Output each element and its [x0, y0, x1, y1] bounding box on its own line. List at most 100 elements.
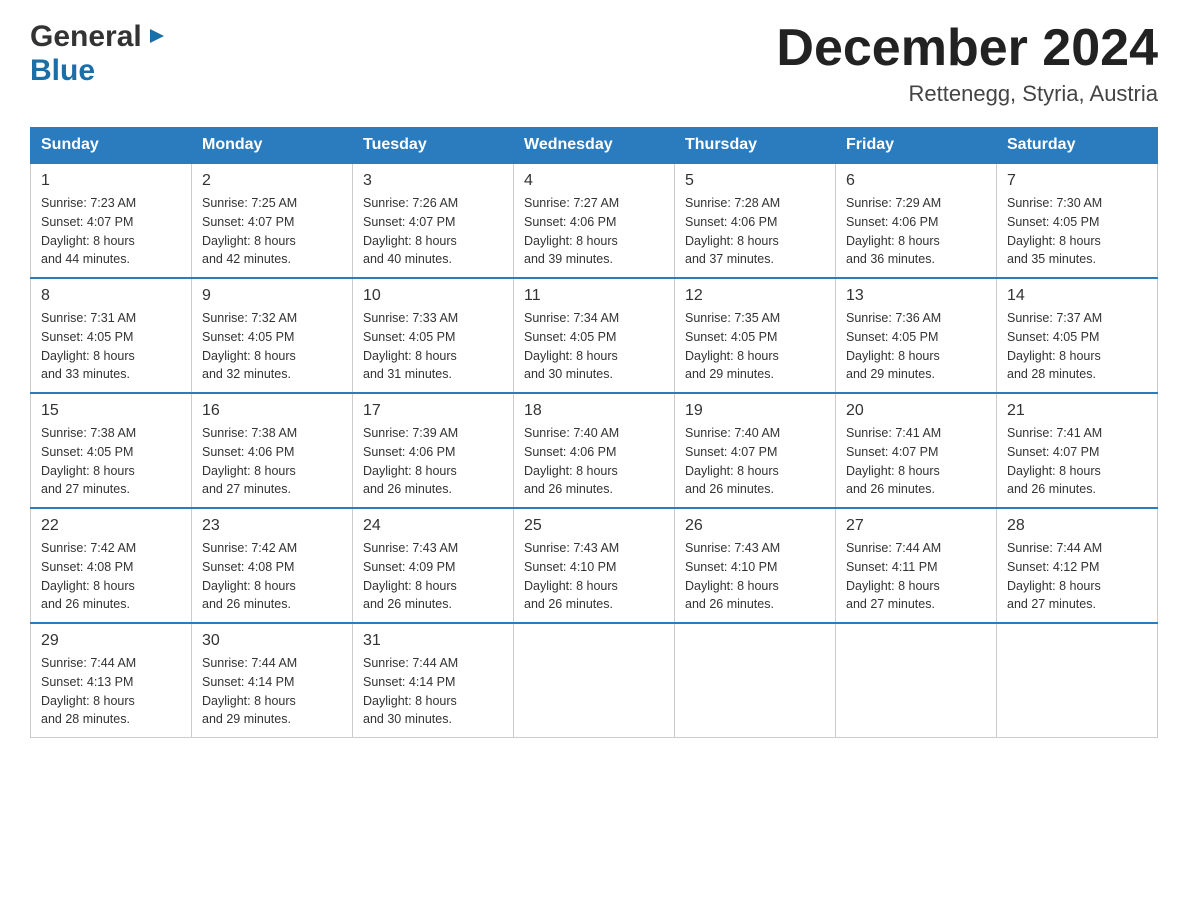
day-info: Sunrise: 7:40 AM Sunset: 4:06 PM Dayligh… — [524, 424, 664, 499]
col-saturday: Saturday — [997, 128, 1158, 164]
day-number: 26 — [685, 517, 825, 535]
day-number: 11 — [524, 287, 664, 305]
table-row: 3 Sunrise: 7:26 AM Sunset: 4:07 PM Dayli… — [353, 163, 514, 278]
day-number: 17 — [363, 402, 503, 420]
day-number: 29 — [41, 632, 181, 650]
day-info: Sunrise: 7:32 AM Sunset: 4:05 PM Dayligh… — [202, 309, 342, 384]
day-info: Sunrise: 7:41 AM Sunset: 4:07 PM Dayligh… — [846, 424, 986, 499]
day-info: Sunrise: 7:41 AM Sunset: 4:07 PM Dayligh… — [1007, 424, 1147, 499]
day-number: 27 — [846, 517, 986, 535]
table-row: 20 Sunrise: 7:41 AM Sunset: 4:07 PM Dayl… — [836, 393, 997, 508]
logo-arrow-icon — [146, 25, 168, 52]
day-number: 22 — [41, 517, 181, 535]
day-info: Sunrise: 7:33 AM Sunset: 4:05 PM Dayligh… — [363, 309, 503, 384]
calendar-table: Sunday Monday Tuesday Wednesday Thursday… — [30, 127, 1158, 738]
table-row: 1 Sunrise: 7:23 AM Sunset: 4:07 PM Dayli… — [31, 163, 192, 278]
calendar-header-row: Sunday Monday Tuesday Wednesday Thursday… — [31, 128, 1158, 164]
table-row — [514, 623, 675, 738]
day-info: Sunrise: 7:30 AM Sunset: 4:05 PM Dayligh… — [1007, 194, 1147, 269]
day-number: 19 — [685, 402, 825, 420]
table-row: 9 Sunrise: 7:32 AM Sunset: 4:05 PM Dayli… — [192, 278, 353, 393]
day-info: Sunrise: 7:36 AM Sunset: 4:05 PM Dayligh… — [846, 309, 986, 384]
day-info: Sunrise: 7:25 AM Sunset: 4:07 PM Dayligh… — [202, 194, 342, 269]
day-info: Sunrise: 7:44 AM Sunset: 4:13 PM Dayligh… — [41, 654, 181, 729]
day-number: 30 — [202, 632, 342, 650]
day-info: Sunrise: 7:38 AM Sunset: 4:05 PM Dayligh… — [41, 424, 181, 499]
logo-general-text: General — [30, 20, 142, 54]
day-number: 1 — [41, 172, 181, 190]
day-info: Sunrise: 7:44 AM Sunset: 4:12 PM Dayligh… — [1007, 539, 1147, 614]
table-row: 21 Sunrise: 7:41 AM Sunset: 4:07 PM Dayl… — [997, 393, 1158, 508]
day-number: 5 — [685, 172, 825, 190]
day-number: 8 — [41, 287, 181, 305]
day-info: Sunrise: 7:44 AM Sunset: 4:14 PM Dayligh… — [363, 654, 503, 729]
day-info: Sunrise: 7:39 AM Sunset: 4:06 PM Dayligh… — [363, 424, 503, 499]
day-info: Sunrise: 7:28 AM Sunset: 4:06 PM Dayligh… — [685, 194, 825, 269]
table-row: 16 Sunrise: 7:38 AM Sunset: 4:06 PM Dayl… — [192, 393, 353, 508]
day-info: Sunrise: 7:35 AM Sunset: 4:05 PM Dayligh… — [685, 309, 825, 384]
col-wednesday: Wednesday — [514, 128, 675, 164]
day-number: 16 — [202, 402, 342, 420]
col-thursday: Thursday — [675, 128, 836, 164]
table-row: 24 Sunrise: 7:43 AM Sunset: 4:09 PM Dayl… — [353, 508, 514, 623]
table-row — [836, 623, 997, 738]
col-monday: Monday — [192, 128, 353, 164]
day-info: Sunrise: 7:40 AM Sunset: 4:07 PM Dayligh… — [685, 424, 825, 499]
table-row: 18 Sunrise: 7:40 AM Sunset: 4:06 PM Dayl… — [514, 393, 675, 508]
day-info: Sunrise: 7:44 AM Sunset: 4:11 PM Dayligh… — [846, 539, 986, 614]
day-number: 28 — [1007, 517, 1147, 535]
table-row: 23 Sunrise: 7:42 AM Sunset: 4:08 PM Dayl… — [192, 508, 353, 623]
table-row: 4 Sunrise: 7:27 AM Sunset: 4:06 PM Dayli… — [514, 163, 675, 278]
table-row: 2 Sunrise: 7:25 AM Sunset: 4:07 PM Dayli… — [192, 163, 353, 278]
day-number: 13 — [846, 287, 986, 305]
day-number: 10 — [363, 287, 503, 305]
day-number: 23 — [202, 517, 342, 535]
title-block: December 2024 Rettenegg, Styria, Austria — [776, 20, 1158, 107]
day-number: 24 — [363, 517, 503, 535]
table-row: 11 Sunrise: 7:34 AM Sunset: 4:05 PM Dayl… — [514, 278, 675, 393]
table-row: 27 Sunrise: 7:44 AM Sunset: 4:11 PM Dayl… — [836, 508, 997, 623]
table-row: 31 Sunrise: 7:44 AM Sunset: 4:14 PM Dayl… — [353, 623, 514, 738]
day-number: 6 — [846, 172, 986, 190]
col-sunday: Sunday — [31, 128, 192, 164]
day-info: Sunrise: 7:42 AM Sunset: 4:08 PM Dayligh… — [202, 539, 342, 614]
day-number: 21 — [1007, 402, 1147, 420]
day-info: Sunrise: 7:43 AM Sunset: 4:10 PM Dayligh… — [524, 539, 664, 614]
day-info: Sunrise: 7:26 AM Sunset: 4:07 PM Dayligh… — [363, 194, 503, 269]
table-row: 5 Sunrise: 7:28 AM Sunset: 4:06 PM Dayli… — [675, 163, 836, 278]
table-row: 15 Sunrise: 7:38 AM Sunset: 4:05 PM Dayl… — [31, 393, 192, 508]
day-info: Sunrise: 7:37 AM Sunset: 4:05 PM Dayligh… — [1007, 309, 1147, 384]
table-row: 12 Sunrise: 7:35 AM Sunset: 4:05 PM Dayl… — [675, 278, 836, 393]
day-info: Sunrise: 7:34 AM Sunset: 4:05 PM Dayligh… — [524, 309, 664, 384]
location-subtitle: Rettenegg, Styria, Austria — [776, 81, 1158, 107]
table-row: 10 Sunrise: 7:33 AM Sunset: 4:05 PM Dayl… — [353, 278, 514, 393]
logo: General Blue — [30, 20, 168, 88]
day-number: 3 — [363, 172, 503, 190]
day-number: 14 — [1007, 287, 1147, 305]
day-number: 2 — [202, 172, 342, 190]
page-header: General Blue December 2024 Rettenegg, St… — [30, 20, 1158, 107]
day-info: Sunrise: 7:43 AM Sunset: 4:10 PM Dayligh… — [685, 539, 825, 614]
day-info: Sunrise: 7:43 AM Sunset: 4:09 PM Dayligh… — [363, 539, 503, 614]
table-row: 29 Sunrise: 7:44 AM Sunset: 4:13 PM Dayl… — [31, 623, 192, 738]
day-number: 4 — [524, 172, 664, 190]
day-info: Sunrise: 7:42 AM Sunset: 4:08 PM Dayligh… — [41, 539, 181, 614]
day-number: 15 — [41, 402, 181, 420]
day-number: 7 — [1007, 172, 1147, 190]
logo-blue-text: Blue — [30, 54, 95, 87]
table-row: 8 Sunrise: 7:31 AM Sunset: 4:05 PM Dayli… — [31, 278, 192, 393]
day-number: 9 — [202, 287, 342, 305]
col-tuesday: Tuesday — [353, 128, 514, 164]
day-number: 12 — [685, 287, 825, 305]
table-row: 17 Sunrise: 7:39 AM Sunset: 4:06 PM Dayl… — [353, 393, 514, 508]
day-info: Sunrise: 7:44 AM Sunset: 4:14 PM Dayligh… — [202, 654, 342, 729]
table-row: 13 Sunrise: 7:36 AM Sunset: 4:05 PM Dayl… — [836, 278, 997, 393]
day-info: Sunrise: 7:38 AM Sunset: 4:06 PM Dayligh… — [202, 424, 342, 499]
table-row: 7 Sunrise: 7:30 AM Sunset: 4:05 PM Dayli… — [997, 163, 1158, 278]
day-number: 20 — [846, 402, 986, 420]
day-number: 18 — [524, 402, 664, 420]
day-info: Sunrise: 7:29 AM Sunset: 4:06 PM Dayligh… — [846, 194, 986, 269]
table-row — [675, 623, 836, 738]
table-row: 26 Sunrise: 7:43 AM Sunset: 4:10 PM Dayl… — [675, 508, 836, 623]
day-info: Sunrise: 7:27 AM Sunset: 4:06 PM Dayligh… — [524, 194, 664, 269]
